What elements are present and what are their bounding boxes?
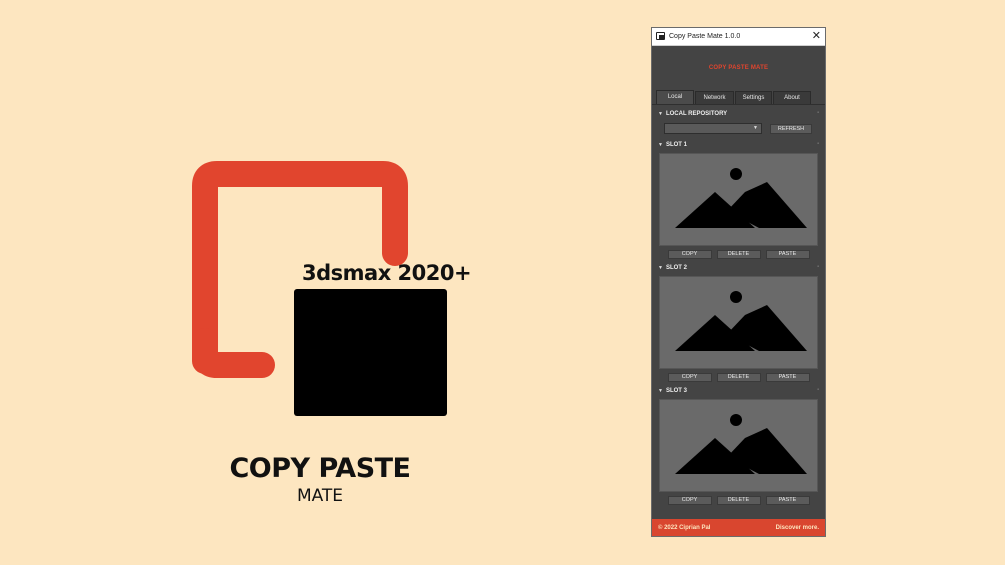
logo-black-square [294, 289, 447, 416]
slot-rollout: ▼ SLOT 1 • COPY DELETE PASTE [656, 140, 821, 259]
slot-header[interactable]: ▼ SLOT 1 • [656, 140, 821, 150]
slot-heading: SLOT 1 [665, 142, 687, 148]
close-icon[interactable]: ✕ [812, 29, 821, 42]
brand-subtitle: MATE [296, 486, 344, 506]
version-label: 3dsmax 2020+ [302, 261, 472, 285]
paste-button[interactable]: PASTE [765, 250, 810, 259]
tab-bar: Local Network Settings About [652, 90, 825, 105]
delete-button[interactable]: DELETE [716, 373, 761, 382]
window-title: Copy Paste Mate 1.0.0 [669, 33, 741, 40]
image-placeholder-icon [675, 168, 807, 228]
brand-title: COPY PASTE [229, 453, 411, 484]
slot-header[interactable]: ▼ SLOT 2 • [656, 263, 821, 273]
app-icon [656, 32, 665, 41]
copy-button[interactable]: COPY [667, 373, 712, 382]
chevron-down-icon: ▼ [753, 125, 758, 131]
image-placeholder-icon [675, 414, 807, 474]
copy-button[interactable]: COPY [667, 250, 712, 259]
paste-button[interactable]: PASTE [765, 496, 810, 505]
collapse-triangle-icon: ▼ [658, 265, 663, 271]
repository-rollout-header[interactable]: ▼ LOCAL REPOSITORY • [656, 109, 821, 119]
paste-button[interactable]: PASTE [765, 373, 810, 382]
rollout-dot-icon: • [817, 264, 819, 270]
delete-button[interactable]: DELETE [716, 250, 761, 259]
repository-heading: LOCAL REPOSITORY [665, 111, 728, 117]
slot-preview-image[interactable] [659, 276, 818, 369]
slot-heading: SLOT 3 [665, 388, 687, 394]
slot-header[interactable]: ▼ SLOT 3 • [656, 386, 821, 396]
collapse-triangle-icon: ▼ [658, 388, 663, 394]
refresh-button[interactable]: REFRESH [770, 123, 812, 134]
rollout-dot-icon: • [817, 387, 819, 393]
repository-rollout: ▼ LOCAL REPOSITORY • ▼ REFRESH [656, 109, 821, 134]
tab-settings[interactable]: Settings [735, 91, 772, 104]
collapse-triangle-icon: ▼ [658, 142, 663, 148]
plugin-banner: COPY PASTE MATE [708, 65, 769, 71]
footer-bar: © 2022 Ciprian Pal Discover more. [652, 519, 825, 536]
slot-rollout: ▼ SLOT 3 • COPY DELETE PASTE [656, 386, 821, 505]
discover-more-link[interactable]: Discover more. [776, 525, 819, 531]
slot-preview-image[interactable] [659, 399, 818, 492]
image-placeholder-icon [675, 291, 807, 351]
tab-about[interactable]: About [773, 91, 811, 104]
copy-button[interactable]: COPY [667, 496, 712, 505]
window-titlebar[interactable]: Copy Paste Mate 1.0.0 ✕ [652, 28, 825, 46]
rollout-dot-icon: • [817, 110, 819, 116]
rollout-dot-icon: • [817, 141, 819, 147]
slot-rollout: ▼ SLOT 2 • COPY DELETE PASTE [656, 263, 821, 382]
copyright-text: © 2022 Ciprian Pal [658, 524, 711, 531]
plugin-window: Copy Paste Mate 1.0.0 ✕ COPY PASTE MATE … [651, 27, 826, 537]
tab-network[interactable]: Network [695, 91, 734, 104]
delete-button[interactable]: DELETE [716, 496, 761, 505]
repository-dropdown[interactable]: ▼ [664, 123, 762, 134]
slot-heading: SLOT 2 [665, 265, 687, 271]
collapse-triangle-icon: ▼ [658, 111, 663, 117]
slot-preview-image[interactable] [659, 153, 818, 246]
tab-local[interactable]: Local [656, 90, 694, 104]
